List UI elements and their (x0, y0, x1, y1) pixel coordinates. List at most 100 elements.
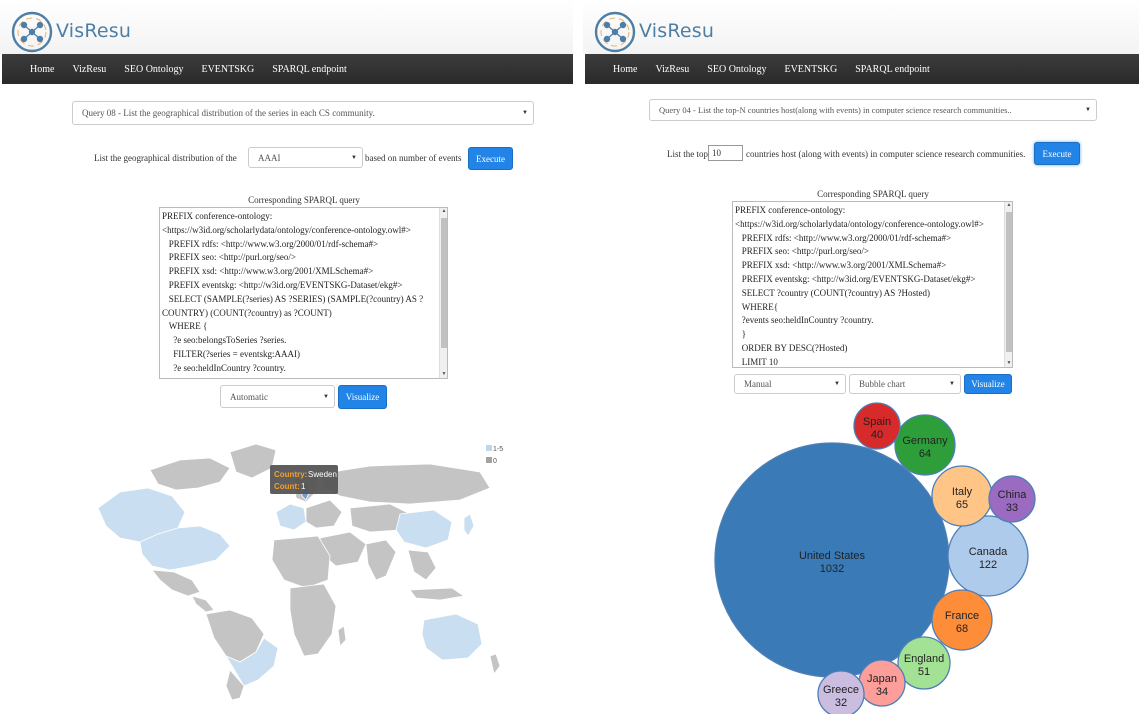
map-western-europe[interactable] (275, 503, 307, 531)
sparql-line: FILTER(?series = eventskg:AAAI) (162, 348, 300, 359)
sparql-query-text: PREFIX conference-ontology: <https://w3id… (160, 208, 447, 378)
map-new-zealand[interactable] (489, 653, 501, 675)
params-suffix-text: based on number of events (365, 153, 462, 163)
bubble-label: Spain (863, 416, 891, 428)
nav-vizresu[interactable]: VizResu (655, 64, 689, 75)
chart-type-select[interactable]: Bubble chart ▼ (849, 374, 961, 394)
bubble[interactable]: England51 (897, 636, 951, 690)
query-select-value: Query 04 - List the top-N countries host… (659, 105, 1012, 115)
visresu-logo-icon[interactable] (593, 10, 637, 54)
bubble-value: 33 (1006, 502, 1018, 514)
map-africa-north[interactable] (271, 535, 331, 589)
bubble-value: 51 (918, 666, 930, 678)
bubble-label: Italy (952, 486, 973, 498)
map-mexico[interactable] (151, 569, 201, 597)
bubble-value: 68 (956, 623, 968, 635)
sparql-query-textarea[interactable]: PREFIX conference-ontology: <https://w3id… (732, 201, 1013, 368)
map-canada-north[interactable] (149, 457, 231, 491)
sparql-line: LIMIT 10 (735, 356, 778, 367)
nav-sparql-endpoint[interactable]: SPARQL endpoint (855, 64, 930, 75)
query-select[interactable]: Query 08 - List the geographical distrib… (72, 101, 534, 125)
map-china[interactable] (395, 509, 453, 549)
sparql-line: PREFIX conference-ontology: (162, 211, 273, 221)
map-africa-south[interactable] (289, 583, 337, 657)
map-india[interactable] (365, 539, 397, 581)
sparql-line: PREFIX eventskg: <http://w3id.org/EVENTS… (162, 279, 403, 290)
bubble[interactable]: Greece32 (817, 670, 865, 714)
series-select-value: AAAI (258, 152, 281, 163)
sparql-line: WHERE { (162, 321, 208, 332)
map-australia[interactable] (421, 613, 483, 661)
tooltip-country-value: Sweden (308, 470, 337, 479)
sparql-line: PREFIX seo: <http://purl.org/seo/> (162, 252, 296, 263)
bubble[interactable]: France68 (931, 589, 993, 651)
scroll-up-icon[interactable]: ▲ (440, 209, 447, 214)
execute-button[interactable]: Execute (1034, 142, 1080, 165)
bubble[interactable]: China33 (988, 475, 1036, 523)
bubble-value: 32 (835, 697, 847, 709)
map-madagascar[interactable] (337, 625, 347, 647)
nav-home[interactable]: Home (613, 64, 637, 75)
bubble[interactable]: Japan34 (858, 659, 906, 707)
execute-button[interactable]: Execute (468, 147, 513, 170)
bubble-value: 64 (919, 448, 931, 460)
nav-seo-ontology[interactable]: SEO Ontology (707, 64, 766, 75)
nav-home[interactable]: Home (30, 64, 54, 75)
left-panel: VisResu Home VizResu SEO Ontology EVENTS… (0, 0, 573, 714)
sparql-line: <https://w3id.org/scholarlydata/ontology… (735, 218, 984, 229)
bubble-chart[interactable]: United States1032Canada122France68Italy6… (583, 396, 1139, 714)
scroll-thumb[interactable] (1006, 212, 1012, 352)
map-eastern-europe[interactable] (305, 499, 343, 529)
nav-sparql-endpoint[interactable]: SPARQL endpoint (272, 64, 347, 75)
scroll-down-icon[interactable]: ▼ (1005, 361, 1012, 366)
scroll-thumb[interactable] (441, 218, 447, 348)
nav-bar: Home VizResu SEO Ontology EVENTSKG SPARQ… (2, 54, 573, 84)
query-select[interactable]: Query 04 - List the top-N countries host… (649, 99, 1097, 121)
world-map[interactable]: 1-5 0 Country: Sweden Count: 1 (80, 430, 520, 700)
right-panel: VisResu Home VizResu SEO Ontology EVENTS… (583, 0, 1139, 714)
bubble-label: United States (799, 550, 866, 562)
viz-mode-select-value: Manual (744, 379, 772, 389)
bubble[interactable]: Canada122 (947, 515, 1029, 597)
visresu-logo-icon[interactable] (10, 10, 54, 54)
sparql-line: } (162, 376, 433, 378)
sparql-line: PREFIX rdfs: <http://www.w3.org/2000/01/… (162, 238, 379, 249)
bubble[interactable]: Spain40 (853, 402, 901, 450)
map-southeast-asia[interactable] (407, 549, 437, 581)
map-legend: 1-5 0 (486, 445, 503, 465)
legend-label-active: 1-5 (493, 446, 503, 453)
series-select[interactable]: AAAI ▼ (248, 147, 363, 168)
viz-mode-select[interactable]: Manual ▼ (734, 374, 846, 394)
sparql-scrollbar[interactable]: ▲ ▼ (439, 208, 447, 378)
chevron-down-icon: ▼ (949, 381, 955, 387)
bubble-value: 1032 (820, 563, 844, 575)
sparql-query-textarea[interactable]: PREFIX conference-ontology: <https://w3id… (159, 207, 448, 379)
brand-bar: VisResu (0, 0, 573, 54)
bubble[interactable]: Italy65 (931, 465, 993, 527)
bubble[interactable]: Germany64 (894, 414, 956, 476)
bubble-value: 122 (979, 559, 997, 571)
visualize-button[interactable]: Visualize (964, 374, 1012, 394)
sparql-line: PREFIX conference-ontology: (735, 205, 846, 215)
visualize-button[interactable]: Visualize (338, 385, 387, 409)
sparql-line: SELECT ?country (COUNT(?country) AS ?Hos… (735, 287, 931, 298)
logo-text[interactable]: VisResu (56, 20, 131, 42)
map-russia[interactable] (319, 463, 491, 505)
scroll-up-icon[interactable]: ▲ (1005, 203, 1012, 208)
logo-text[interactable]: VisResu (639, 20, 714, 42)
map-japan[interactable] (463, 513, 475, 537)
viz-mode-select[interactable]: Automatic ▼ (220, 385, 335, 408)
map-indonesia[interactable] (409, 587, 466, 601)
sparql-line: WHERE{ (735, 301, 779, 312)
sparql-scrollbar[interactable]: ▲ ▼ (1004, 202, 1012, 367)
top-n-input[interactable]: 10 (708, 145, 743, 161)
nav-vizresu[interactable]: VizResu (72, 64, 106, 75)
nav-eventskg[interactable]: EVENTSKG (784, 64, 837, 75)
sparql-line: PREFIX rdfs: <http://www.w3.org/2000/01/… (735, 232, 952, 243)
scroll-down-icon[interactable]: ▼ (440, 372, 447, 377)
nav-eventskg[interactable]: EVENTSKG (201, 64, 254, 75)
map-greenland[interactable] (229, 443, 277, 479)
map-central-america[interactable] (191, 595, 215, 613)
nav-seo-ontology[interactable]: SEO Ontology (124, 64, 183, 75)
brand-bar: VisResu (583, 0, 1139, 54)
